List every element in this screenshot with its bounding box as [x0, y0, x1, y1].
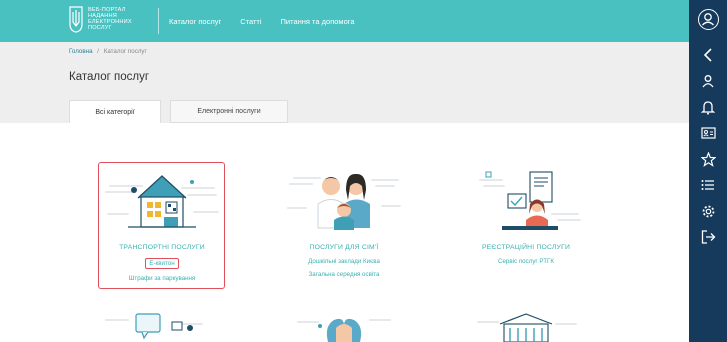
- category-card-row2-3[interactable]: [462, 312, 590, 342]
- collapse-arrow-icon[interactable]: [700, 47, 716, 63]
- category-title[interactable]: РЕЄСТРАЦІЙНІ ПОСЛУГИ: [462, 244, 590, 251]
- category-card-family[interactable]: ПОСЛУГИ ДЛЯ СІМ'Ї Дошкільні заклади Києв…: [280, 168, 408, 278]
- breadcrumb-separator: /: [97, 48, 99, 55]
- service-link-e-ticket[interactable]: Е-квитон: [98, 258, 226, 269]
- user-avatar-icon[interactable]: [698, 9, 719, 30]
- business-chat-icon: [105, 313, 203, 340]
- top-header: ВЕБ-ПОРТАЛ НАДАННЯ ЕЛЕКТРОННИХ ПОСЛУГ Ка…: [0, 0, 689, 42]
- category-title[interactable]: ТРАНСПОРТНІ ПОСЛУГИ: [98, 244, 226, 251]
- page-title: Каталог послуг: [69, 71, 150, 83]
- service-link-rtgk[interactable]: Сервіс послуг РТГК: [462, 258, 590, 265]
- family-icon: [287, 173, 401, 230]
- transport-illustration: [98, 168, 226, 240]
- registration-illustration: [462, 168, 590, 240]
- category-title[interactable]: ПОСЛУГИ ДЛЯ СІМ'Ї: [280, 244, 408, 251]
- breadcrumb: Головна / Каталог послуг: [69, 48, 147, 55]
- service-link-kindergartens[interactable]: Дошкільні заклади Києва: [280, 258, 408, 265]
- family-illustration: [280, 168, 408, 240]
- id-card-icon[interactable]: [700, 125, 716, 141]
- category-card-row2-2[interactable]: [280, 312, 408, 342]
- main-nav: Каталог послуг Статті Питання та допомог…: [169, 0, 374, 42]
- transport-house-icon: [105, 175, 219, 228]
- favorites-star-icon[interactable]: [700, 151, 716, 167]
- logo-text: ВЕБ-ПОРТАЛ НАДАННЯ ЕЛЕКТРОННИХ ПОСЛУГ: [88, 7, 132, 31]
- logout-icon[interactable]: [700, 229, 716, 245]
- nav-catalog[interactable]: Каталог послуг: [169, 17, 221, 26]
- category-card-transport[interactable]: ТРАНСПОРТНІ ПОСЛУГИ Е-квитон Штрафи за п…: [98, 168, 226, 282]
- nav-help[interactable]: Питання та допомога: [281, 17, 355, 26]
- breadcrumb-current: Каталог послуг: [103, 48, 147, 55]
- tab-electronic-services[interactable]: Електронні послуги: [170, 100, 288, 123]
- profile-icon[interactable]: [700, 73, 716, 89]
- catalog-header-band: Головна / Каталог послуг Каталог послуг …: [0, 42, 689, 123]
- category-card-registration[interactable]: РЕЄСТРАЦІЙНІ ПОСЛУГИ Сервіс послуг РТГК: [462, 168, 590, 265]
- portal-logo[interactable]: ВЕБ-ПОРТАЛ НАДАННЯ ЕЛЕКТРОННИХ ПОСЛУГ: [68, 4, 148, 34]
- logo-divider: [158, 8, 159, 34]
- e-ticket-highlight[interactable]: Е-квитон: [145, 258, 179, 269]
- service-link-parking-fines[interactable]: Штрафи за паркування: [98, 275, 226, 282]
- list-icon[interactable]: [700, 177, 716, 193]
- settings-gear-icon[interactable]: [700, 203, 716, 219]
- service-link-secondary-education[interactable]: Загальна середня освіта: [280, 271, 408, 278]
- tab-all-categories[interactable]: Всі категорії: [69, 100, 161, 123]
- nav-articles[interactable]: Статті: [240, 17, 261, 26]
- category-card-row2-1[interactable]: [98, 312, 226, 342]
- health-hands-icon: [297, 318, 391, 342]
- notifications-icon[interactable]: [700, 99, 716, 115]
- right-sidebar: [689, 0, 727, 342]
- registration-clerk-icon: [479, 171, 581, 230]
- building-icon: [477, 313, 577, 342]
- breadcrumb-home-link[interactable]: Головна: [69, 48, 93, 55]
- trident-emblem-icon: [69, 6, 83, 33]
